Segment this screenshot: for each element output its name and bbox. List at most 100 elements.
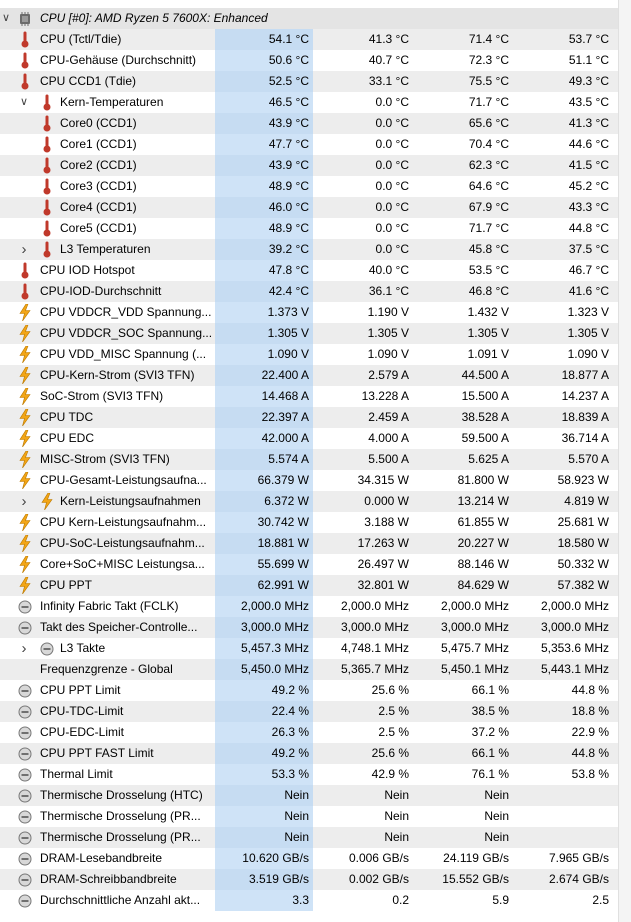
value-average: 1.090 V — [567, 347, 609, 361]
value-minimum: 0.002 GB/s — [348, 872, 409, 886]
sensor-row[interactable]: Core1 (CCD1) 47.7 °C 0.0 °C 70.4 °C 44.6 °C — [0, 134, 618, 155]
sensor-row[interactable]: DRAM-Lesebandbreite 10.620 GB/s 0.006 GB/s… — [0, 848, 618, 869]
sensor-row[interactable]: CPU CCD1 (Tdie) 52.5 °C 33.1 °C 75.5 °C 49.3… — [0, 71, 618, 92]
value-current: 3.3 — [215, 890, 313, 911]
sensor-row[interactable]: CPU-Kern-Strom (SVI3 TFN) 22.400 A 2.579 A… — [0, 365, 618, 386]
chevron-right-icon[interactable]: › — [18, 491, 30, 512]
sensor-row[interactable]: CPU-Gesamt-Leistungsaufna... 66.379 W 34.3… — [0, 470, 618, 491]
group-title: CPU [#0]: AMD Ryzen 5 7600X: Enhanced — [40, 11, 268, 25]
group-header-cpu[interactable]: ∨ CPU [#0]: AMD Ryzen 5 7600X: Enhanced — [0, 8, 618, 29]
sensor-row[interactable]: › Kern-Leistungsaufnahmen 6.372 W 0.000 W 13… — [0, 491, 618, 512]
sensor-row[interactable]: Core2 (CCD1) 43.9 °C 0.0 °C 62.3 °C 41.5 °C — [0, 155, 618, 176]
chevron-down-icon[interactable]: ∨ — [18, 92, 30, 113]
sensor-row[interactable]: MISC-Strom (SVI3 TFN) 5.574 A 5.500 A 5.625… — [0, 449, 618, 470]
value-minimum: 0.0 °C — [375, 179, 409, 193]
value-average: 7.965 GB/s — [548, 851, 609, 865]
sensor-row[interactable]: Core3 (CCD1) 48.9 °C 0.0 °C 64.6 °C 45.2 °C — [0, 176, 618, 197]
value-minimum: 0.0 °C — [375, 95, 409, 109]
value-average — [515, 785, 613, 806]
thermometer-icon — [40, 157, 54, 174]
sensor-row[interactable]: › L3 Takte 5,457.3 MHz 4,748.1 MHz 5,475.7 M… — [0, 638, 618, 659]
value-average: 50.332 W — [557, 557, 609, 571]
sensor-row[interactable]: CPU VDDCR_SOC Spannung... 1.305 V 1.305 V1… — [0, 323, 618, 344]
sensor-row[interactable]: DRAM-Schreibbandbreite 3.519 GB/s 0.002 GB… — [0, 869, 618, 890]
value-minimum: 26.497 W — [357, 557, 409, 571]
sensor-row[interactable]: Thermische Drosselung (PR... Nein Nein Nein — [0, 806, 618, 827]
sensor-label: Takt des Speicher-Controlle... — [40, 620, 198, 634]
sensor-label: CPU-TDC-Limit — [40, 704, 124, 718]
sensor-row[interactable]: CPU EDC 42.000 A 4.000 A 59.500 A 36.714 A — [0, 428, 618, 449]
value-maximum: 38.528 A — [461, 410, 509, 424]
lightning-icon — [40, 493, 54, 510]
sensor-row[interactable]: Core5 (CCD1) 48.9 °C 0.0 °C 71.7 °C 44.8 °C — [0, 218, 618, 239]
sensor-row[interactable]: CPU PPT 62.991 W 32.801 W 84.629 W 57.382 W — [0, 575, 618, 596]
sensor-row[interactable]: CPU (Tctl/Tdie) 54.1 °C 41.3 °C 71.4 °C 53.7… — [0, 29, 618, 50]
sensor-label: L3 Temperaturen — [60, 242, 151, 256]
sensor-row[interactable]: CPU Kern-Leistungsaufnahm... 30.742 W 3.18… — [0, 512, 618, 533]
chevron-right-icon[interactable]: › — [18, 638, 30, 659]
sensor-row[interactable]: Core0 (CCD1) 43.9 °C 0.0 °C 65.6 °C 41.3 °C — [0, 113, 618, 134]
sensor-row[interactable]: CPU-EDC-Limit 26.3 % 2.5 % 37.2 % 22.9 % — [0, 722, 618, 743]
value-minimum: 0.0 °C — [375, 242, 409, 256]
sensor-row[interactable]: › L3 Temperaturen 39.2 °C 0.0 °C 45.8 °C 37.5… — [0, 239, 618, 260]
lightning-icon — [18, 346, 32, 363]
value-average: 53.7 °C — [568, 32, 609, 46]
value-minimum: 17.263 W — [357, 536, 409, 550]
sensor-label: CPU Kern-Leistungsaufnahm... — [40, 515, 207, 529]
sensor-row[interactable]: SoC-Strom (SVI3 TFN) 14.468 A 13.228 A 15.5… — [0, 386, 618, 407]
thermometer-icon — [18, 283, 32, 300]
sensor-row[interactable]: Thermal Limit 53.3 % 42.9 % 76.1 % 53.8 % — [0, 764, 618, 785]
sensor-row[interactable]: Frequenzgrenze - Global 5,450.0 MHz 5,365.… — [0, 659, 618, 680]
value-average: 43.3 °C — [568, 200, 609, 214]
sensor-row[interactable]: Thermische Drosselung (PR... Nein Nein Nein — [0, 827, 618, 848]
sensor-row[interactable]: CPU VDDCR_VDD Spannung... 1.373 V 1.190 V 1… — [0, 302, 618, 323]
sensor-row[interactable]: Core+SoC+MISC Leistungsa... 55.699 W 26.49… — [0, 554, 618, 575]
value-maximum: 24.119 GB/s — [443, 851, 509, 865]
sensor-row[interactable]: CPU IOD Hotspot 47.8 °C 40.0 °C 53.5 °C 46.7… — [0, 260, 618, 281]
sensor-row[interactable]: CPU PPT Limit 49.2 % 25.6 % 66.1 % 44.8 % — [0, 680, 618, 701]
sensor-label: Thermische Drosselung (PR... — [40, 809, 201, 823]
value-minimum: 40.7 °C — [368, 53, 409, 67]
sensor-row[interactable]: ∨ Kern-Temperaturen 46.5 °C 0.0 °C 71.7 °C 43… — [0, 92, 618, 113]
lightning-icon — [18, 325, 32, 342]
value-minimum: 0.006 GB/s — [348, 851, 409, 865]
value-minimum: 0.000 W — [364, 494, 409, 508]
value-minimum: 40.0 °C — [368, 263, 409, 277]
vertical-scrollbar[interactable] — [618, 0, 631, 922]
sensor-row[interactable]: CPU-TDC-Limit 22.4 % 2.5 % 38.5 % 18.8 % — [0, 701, 618, 722]
value-average: 36.714 A — [561, 431, 609, 445]
sensor-row[interactable]: CPU-IOD-Durchschnitt 42.4 °C 36.1 °C 46.8 °… — [0, 281, 618, 302]
value-average — [515, 806, 613, 827]
sensor-row[interactable]: CPU-Gehäuse (Durchschnitt) 50.6 °C 40.7 °C… — [0, 50, 618, 71]
value-current: 1.373 V — [215, 302, 313, 323]
sensor-label: CPU-Kern-Strom (SVI3 TFN) — [40, 368, 195, 382]
cpu-chip-icon — [18, 10, 32, 27]
sensor-row[interactable]: CPU TDC 22.397 A 2.459 A 38.528 A 18.839 A — [0, 407, 618, 428]
value-maximum: 88.146 W — [457, 557, 509, 571]
sensor-row[interactable]: Infinity Fabric Takt (FCLK) 2,000.0 MHz 2,… — [0, 596, 618, 617]
value-average: 41.6 °C — [568, 284, 609, 298]
value-current: 48.9 °C — [215, 218, 313, 239]
value-current: 42.000 A — [215, 428, 313, 449]
value-current: 22.400 A — [215, 365, 313, 386]
sensor-label: Core2 (CCD1) — [60, 158, 137, 172]
chevron-down-icon[interactable]: ∨ — [0, 8, 12, 29]
gauge-icon — [18, 598, 32, 615]
sensor-label: CPU-EDC-Limit — [40, 725, 124, 739]
value-maximum: 53.5 °C — [468, 263, 509, 277]
thermometer-icon — [40, 136, 54, 153]
sensor-row[interactable]: Thermische Drosselung (HTC) Nein Nein Nein — [0, 785, 618, 806]
gauge-icon — [18, 703, 32, 720]
sensor-row[interactable]: CPU PPT FAST Limit 49.2 % 25.6 % 66.1 % 44.8… — [0, 743, 618, 764]
sensor-row[interactable]: CPU-SoC-Leistungsaufnahm... 18.881 W 17.26… — [0, 533, 618, 554]
sensor-row[interactable]: CPU VDD_MISC Spannung (... 1.090 V 1.090 V… — [0, 344, 618, 365]
sensor-row[interactable]: Durchschnittliche Anzahl akt... 3.3 0.2 5.9… — [0, 890, 618, 911]
sensor-label: CPU PPT Limit — [40, 683, 121, 697]
lightning-icon — [18, 409, 32, 426]
chevron-right-icon[interactable]: › — [18, 239, 30, 260]
sensor-row[interactable]: Takt des Speicher-Controlle... 3,000.0 MH… — [0, 617, 618, 638]
sensor-label: CPU VDD_MISC Spannung (... — [40, 347, 207, 361]
value-maximum: 66.1 % — [471, 683, 509, 697]
sensor-row[interactable]: Core4 (CCD1) 46.0 °C 0.0 °C 67.9 °C 43.3 °C — [0, 197, 618, 218]
value-average: 46.7 °C — [568, 263, 609, 277]
